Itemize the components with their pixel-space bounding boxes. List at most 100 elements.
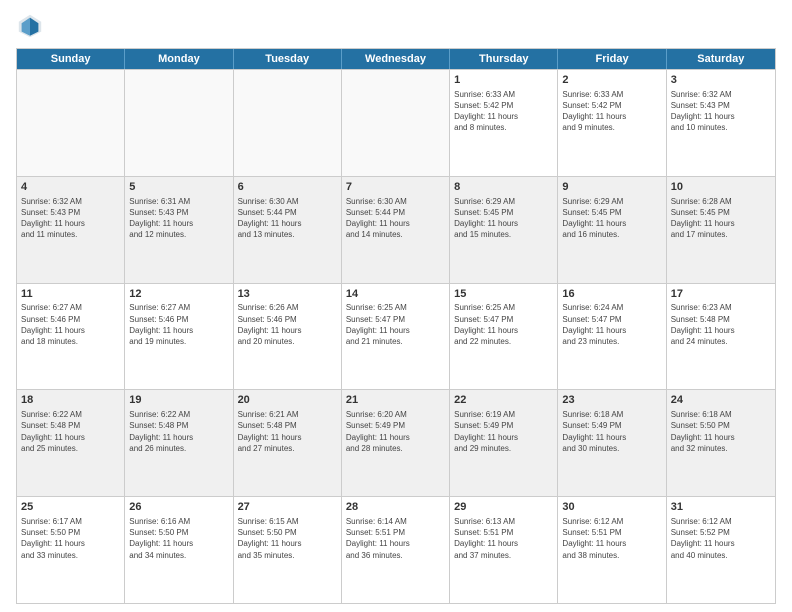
calendar-cell: 16Sunrise: 6:24 AM Sunset: 5:47 PM Dayli…	[558, 284, 666, 390]
cell-info: Sunrise: 6:25 AM Sunset: 5:47 PM Dayligh…	[346, 302, 445, 347]
day-number: 15	[454, 287, 553, 302]
cell-info: Sunrise: 6:23 AM Sunset: 5:48 PM Dayligh…	[671, 302, 771, 347]
header-day-monday: Monday	[125, 49, 233, 69]
day-number: 24	[671, 393, 771, 408]
day-number: 21	[346, 393, 445, 408]
header-day-sunday: Sunday	[17, 49, 125, 69]
header-day-saturday: Saturday	[667, 49, 775, 69]
cell-info: Sunrise: 6:20 AM Sunset: 5:49 PM Dayligh…	[346, 409, 445, 454]
calendar-cell: 8Sunrise: 6:29 AM Sunset: 5:45 PM Daylig…	[450, 177, 558, 283]
day-number: 5	[129, 180, 228, 195]
cell-info: Sunrise: 6:12 AM Sunset: 5:51 PM Dayligh…	[562, 516, 661, 561]
cell-info: Sunrise: 6:33 AM Sunset: 5:42 PM Dayligh…	[454, 89, 553, 134]
cell-info: Sunrise: 6:14 AM Sunset: 5:51 PM Dayligh…	[346, 516, 445, 561]
calendar-body: 1Sunrise: 6:33 AM Sunset: 5:42 PM Daylig…	[17, 69, 775, 603]
calendar-cell: 18Sunrise: 6:22 AM Sunset: 5:48 PM Dayli…	[17, 390, 125, 496]
cell-info: Sunrise: 6:30 AM Sunset: 5:44 PM Dayligh…	[346, 196, 445, 241]
page: SundayMondayTuesdayWednesdayThursdayFrid…	[0, 0, 792, 612]
day-number: 17	[671, 287, 771, 302]
day-number: 1	[454, 73, 553, 88]
calendar-cell: 20Sunrise: 6:21 AM Sunset: 5:48 PM Dayli…	[234, 390, 342, 496]
calendar-cell	[17, 70, 125, 176]
logo-icon	[16, 12, 44, 40]
cell-info: Sunrise: 6:13 AM Sunset: 5:51 PM Dayligh…	[454, 516, 553, 561]
header-day-wednesday: Wednesday	[342, 49, 450, 69]
calendar-cell: 19Sunrise: 6:22 AM Sunset: 5:48 PM Dayli…	[125, 390, 233, 496]
cell-info: Sunrise: 6:18 AM Sunset: 5:49 PM Dayligh…	[562, 409, 661, 454]
cell-info: Sunrise: 6:29 AM Sunset: 5:45 PM Dayligh…	[562, 196, 661, 241]
day-number: 9	[562, 180, 661, 195]
day-number: 8	[454, 180, 553, 195]
day-number: 3	[671, 73, 771, 88]
day-number: 30	[562, 500, 661, 515]
cell-info: Sunrise: 6:29 AM Sunset: 5:45 PM Dayligh…	[454, 196, 553, 241]
cell-info: Sunrise: 6:22 AM Sunset: 5:48 PM Dayligh…	[129, 409, 228, 454]
header-day-tuesday: Tuesday	[234, 49, 342, 69]
cell-info: Sunrise: 6:18 AM Sunset: 5:50 PM Dayligh…	[671, 409, 771, 454]
day-number: 20	[238, 393, 337, 408]
day-number: 10	[671, 180, 771, 195]
day-number: 2	[562, 73, 661, 88]
calendar-cell: 1Sunrise: 6:33 AM Sunset: 5:42 PM Daylig…	[450, 70, 558, 176]
cell-info: Sunrise: 6:24 AM Sunset: 5:47 PM Dayligh…	[562, 302, 661, 347]
day-number: 29	[454, 500, 553, 515]
cell-info: Sunrise: 6:19 AM Sunset: 5:49 PM Dayligh…	[454, 409, 553, 454]
cell-info: Sunrise: 6:27 AM Sunset: 5:46 PM Dayligh…	[21, 302, 120, 347]
calendar-cell: 12Sunrise: 6:27 AM Sunset: 5:46 PM Dayli…	[125, 284, 233, 390]
cell-info: Sunrise: 6:26 AM Sunset: 5:46 PM Dayligh…	[238, 302, 337, 347]
calendar-week-4: 18Sunrise: 6:22 AM Sunset: 5:48 PM Dayli…	[17, 389, 775, 496]
cell-info: Sunrise: 6:32 AM Sunset: 5:43 PM Dayligh…	[21, 196, 120, 241]
day-number: 23	[562, 393, 661, 408]
calendar-cell: 25Sunrise: 6:17 AM Sunset: 5:50 PM Dayli…	[17, 497, 125, 603]
day-number: 4	[21, 180, 120, 195]
calendar-cell: 9Sunrise: 6:29 AM Sunset: 5:45 PM Daylig…	[558, 177, 666, 283]
day-number: 25	[21, 500, 120, 515]
calendar-cell: 4Sunrise: 6:32 AM Sunset: 5:43 PM Daylig…	[17, 177, 125, 283]
cell-info: Sunrise: 6:15 AM Sunset: 5:50 PM Dayligh…	[238, 516, 337, 561]
cell-info: Sunrise: 6:32 AM Sunset: 5:43 PM Dayligh…	[671, 89, 771, 134]
cell-info: Sunrise: 6:27 AM Sunset: 5:46 PM Dayligh…	[129, 302, 228, 347]
calendar-cell: 3Sunrise: 6:32 AM Sunset: 5:43 PM Daylig…	[667, 70, 775, 176]
header	[16, 12, 776, 40]
cell-info: Sunrise: 6:33 AM Sunset: 5:42 PM Dayligh…	[562, 89, 661, 134]
cell-info: Sunrise: 6:25 AM Sunset: 5:47 PM Dayligh…	[454, 302, 553, 347]
calendar-cell: 31Sunrise: 6:12 AM Sunset: 5:52 PM Dayli…	[667, 497, 775, 603]
day-number: 16	[562, 287, 661, 302]
day-number: 18	[21, 393, 120, 408]
calendar-week-5: 25Sunrise: 6:17 AM Sunset: 5:50 PM Dayli…	[17, 496, 775, 603]
calendar: SundayMondayTuesdayWednesdayThursdayFrid…	[16, 48, 776, 604]
day-number: 27	[238, 500, 337, 515]
cell-info: Sunrise: 6:12 AM Sunset: 5:52 PM Dayligh…	[671, 516, 771, 561]
calendar-cell	[234, 70, 342, 176]
calendar-cell: 22Sunrise: 6:19 AM Sunset: 5:49 PM Dayli…	[450, 390, 558, 496]
calendar-cell: 30Sunrise: 6:12 AM Sunset: 5:51 PM Dayli…	[558, 497, 666, 603]
calendar-cell: 24Sunrise: 6:18 AM Sunset: 5:50 PM Dayli…	[667, 390, 775, 496]
calendar-cell: 6Sunrise: 6:30 AM Sunset: 5:44 PM Daylig…	[234, 177, 342, 283]
calendar-cell	[125, 70, 233, 176]
calendar-cell: 15Sunrise: 6:25 AM Sunset: 5:47 PM Dayli…	[450, 284, 558, 390]
calendar-cell: 13Sunrise: 6:26 AM Sunset: 5:46 PM Dayli…	[234, 284, 342, 390]
calendar-week-2: 4Sunrise: 6:32 AM Sunset: 5:43 PM Daylig…	[17, 176, 775, 283]
calendar-cell: 21Sunrise: 6:20 AM Sunset: 5:49 PM Dayli…	[342, 390, 450, 496]
calendar-cell: 11Sunrise: 6:27 AM Sunset: 5:46 PM Dayli…	[17, 284, 125, 390]
calendar-cell: 28Sunrise: 6:14 AM Sunset: 5:51 PM Dayli…	[342, 497, 450, 603]
calendar-cell: 27Sunrise: 6:15 AM Sunset: 5:50 PM Dayli…	[234, 497, 342, 603]
cell-info: Sunrise: 6:22 AM Sunset: 5:48 PM Dayligh…	[21, 409, 120, 454]
header-day-thursday: Thursday	[450, 49, 558, 69]
day-number: 6	[238, 180, 337, 195]
calendar-cell	[342, 70, 450, 176]
calendar-cell: 17Sunrise: 6:23 AM Sunset: 5:48 PM Dayli…	[667, 284, 775, 390]
calendar-cell: 14Sunrise: 6:25 AM Sunset: 5:47 PM Dayli…	[342, 284, 450, 390]
day-number: 13	[238, 287, 337, 302]
day-number: 19	[129, 393, 228, 408]
calendar-cell: 29Sunrise: 6:13 AM Sunset: 5:51 PM Dayli…	[450, 497, 558, 603]
cell-info: Sunrise: 6:28 AM Sunset: 5:45 PM Dayligh…	[671, 196, 771, 241]
calendar-week-3: 11Sunrise: 6:27 AM Sunset: 5:46 PM Dayli…	[17, 283, 775, 390]
calendar-cell: 7Sunrise: 6:30 AM Sunset: 5:44 PM Daylig…	[342, 177, 450, 283]
calendar-cell: 26Sunrise: 6:16 AM Sunset: 5:50 PM Dayli…	[125, 497, 233, 603]
day-number: 14	[346, 287, 445, 302]
calendar-cell: 10Sunrise: 6:28 AM Sunset: 5:45 PM Dayli…	[667, 177, 775, 283]
day-number: 12	[129, 287, 228, 302]
calendar-cell: 23Sunrise: 6:18 AM Sunset: 5:49 PM Dayli…	[558, 390, 666, 496]
cell-info: Sunrise: 6:31 AM Sunset: 5:43 PM Dayligh…	[129, 196, 228, 241]
